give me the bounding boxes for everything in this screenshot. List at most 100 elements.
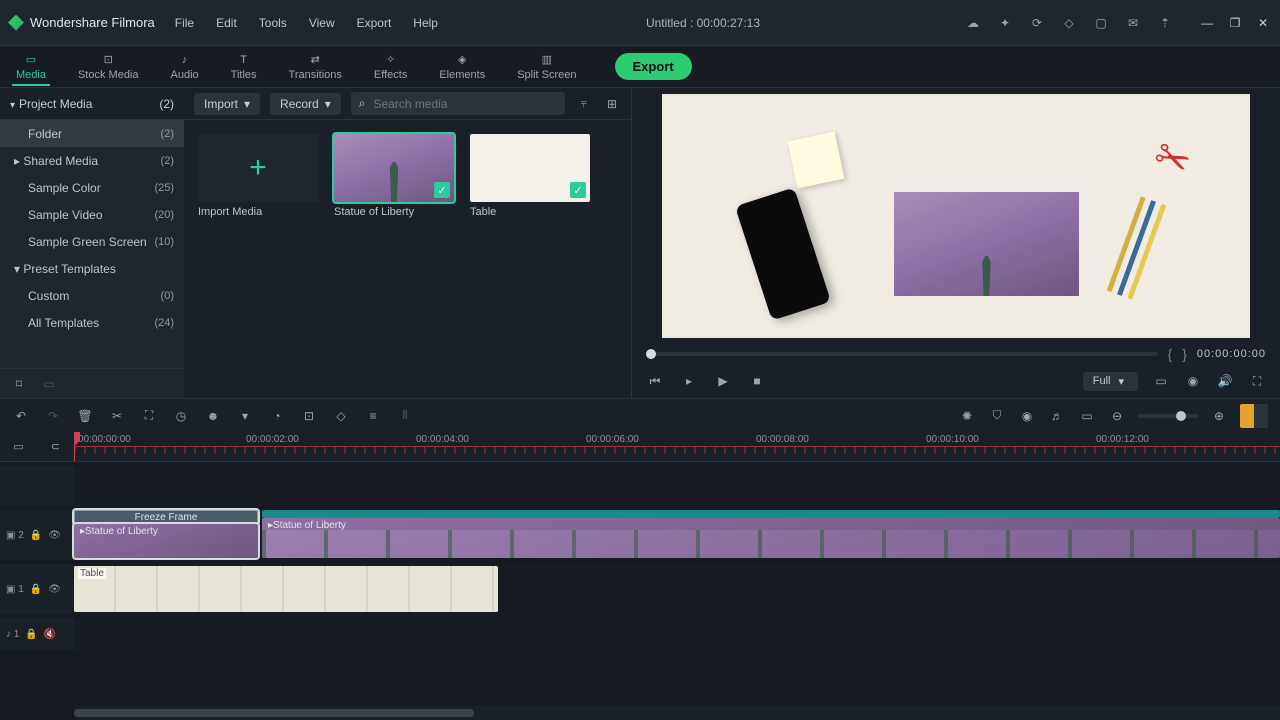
preview-scrubber[interactable]	[646, 352, 1158, 356]
tree-row-shared-media[interactable]: ▸ Shared Media(2)	[0, 147, 184, 174]
timeline-scroll-track[interactable]	[74, 706, 1280, 720]
tab-transitions[interactable]: ⇄ Transitions	[273, 49, 358, 85]
close-button[interactable]: ✕	[1254, 14, 1272, 32]
play-back-button[interactable]: ▸	[680, 372, 698, 390]
play-button[interactable]: ▶	[714, 372, 732, 390]
speed-button[interactable]: ◷	[172, 407, 190, 425]
detach-button[interactable]: ⊡	[300, 407, 318, 425]
clip-statue-2[interactable]: ▸ Statue of Liberty	[262, 518, 1280, 558]
cloud-icon[interactable]: ☁	[964, 14, 982, 32]
delete-button[interactable]: 🗑	[76, 407, 94, 425]
track-v2-header[interactable]: ▣ 2 🔒 👁	[0, 510, 74, 560]
tab-elements[interactable]: ◈ Elements	[423, 49, 501, 85]
redo-button[interactable]: ↷	[44, 407, 62, 425]
track-a1-header[interactable]: ♪ 1 🔒 🔇	[0, 618, 74, 650]
mic-icon[interactable]: ◉	[1018, 407, 1036, 425]
zoom-fit-toggle[interactable]	[1240, 404, 1268, 428]
cc-icon[interactable]: ▭	[1078, 407, 1096, 425]
adjust-button[interactable]: ≡	[364, 407, 382, 425]
preview-viewport[interactable]: ✂	[662, 94, 1250, 338]
search-input[interactable]	[374, 97, 558, 111]
tab-split-screen[interactable]: ▥ Split Screen	[501, 49, 592, 85]
stop-button[interactable]: ■	[748, 372, 766, 390]
menu-help[interactable]: Help	[409, 12, 442, 34]
menu-view[interactable]: View	[305, 12, 339, 34]
mixer-icon[interactable]: ♬	[1048, 407, 1066, 425]
tree-row-green-screen[interactable]: Sample Green Screen(10)	[0, 228, 184, 255]
refresh-icon[interactable]: ⟳	[1028, 14, 1046, 32]
tab-stock-media[interactable]: ⊡ Stock Media	[62, 49, 155, 85]
import-media-card[interactable]: + Import Media	[198, 134, 318, 218]
thumb-table[interactable]: ✓ Table	[470, 134, 590, 218]
record-dropdown[interactable]: Record▾	[270, 93, 341, 115]
minimize-button[interactable]: —	[1198, 14, 1216, 32]
voice-button[interactable]: ☻	[204, 407, 222, 425]
prev-frame-button[interactable]: ⏮	[646, 372, 664, 390]
menu-file[interactable]: File	[171, 12, 198, 34]
playhead[interactable]	[74, 432, 75, 461]
tree-row-all-templates[interactable]: All Templates(24)	[0, 309, 184, 336]
search-media-field[interactable]: ⌕	[351, 92, 565, 115]
grid-view-icon[interactable]: ⊞	[603, 95, 621, 113]
project-media-header[interactable]: ▾Project Media (2)	[0, 88, 184, 120]
tab-media[interactable]: ▭ Media	[0, 49, 62, 85]
preview-quality-dropdown[interactable]: Full▾	[1083, 372, 1138, 391]
track-options-icon[interactable]: ▭	[10, 438, 28, 456]
new-folder-icon[interactable]: ⌑	[10, 375, 28, 393]
tab-effects[interactable]: ✧ Effects	[358, 49, 423, 85]
shield-icon[interactable]: ⛉	[988, 407, 1006, 425]
mark-out-bracket[interactable]: }	[1182, 346, 1187, 362]
account-icon[interactable]: ◇	[1060, 14, 1078, 32]
clip-statue-1[interactable]: ▸ Statue of Liberty	[74, 524, 258, 558]
render-button[interactable]: ✺	[958, 407, 976, 425]
fullscreen-icon[interactable]: ⛶	[1248, 372, 1266, 390]
display-settings-icon[interactable]: ▭	[1152, 372, 1170, 390]
eye-icon[interactable]: 👁	[48, 584, 61, 595]
menu-export[interactable]: Export	[353, 12, 396, 34]
tree-row-folder[interactable]: Folder(2)	[0, 120, 184, 147]
thumb-statue-of-liberty[interactable]: ✓ Statue of Liberty	[334, 134, 454, 218]
tab-audio[interactable]: ♪ Audio	[155, 49, 215, 85]
tab-titles[interactable]: T Titles	[215, 49, 273, 85]
import-dropdown[interactable]: Import▾	[194, 93, 260, 115]
mail-icon[interactable]: ✉	[1124, 14, 1142, 32]
sparkle-icon[interactable]: ✦	[996, 14, 1014, 32]
cut-button[interactable]: ✂	[108, 407, 126, 425]
keyframe-button[interactable]: ▾	[236, 407, 254, 425]
export-button[interactable]: Export	[615, 53, 692, 80]
zoom-in-button[interactable]: ⊕	[1210, 407, 1228, 425]
marker-button[interactable]: ◔	[268, 407, 286, 425]
zoom-out-button[interactable]: ⊖	[1108, 407, 1126, 425]
menu-tools[interactable]: Tools	[255, 12, 291, 34]
clip-audio-strip[interactable]	[262, 510, 1280, 518]
snapshot-icon[interactable]: ◉	[1184, 372, 1202, 390]
timeline-scroll-thumb[interactable]	[74, 709, 474, 717]
undo-button[interactable]: ↶	[12, 407, 30, 425]
audio-vis-button[interactable]: ⦀	[396, 407, 414, 425]
eye-icon[interactable]: 👁	[48, 530, 61, 541]
lock-icon[interactable]: 🔒	[30, 530, 42, 541]
mute-icon[interactable]: 🔇	[44, 629, 56, 640]
crop-button[interactable]: ⛶	[140, 407, 158, 425]
magnet-icon[interactable]: ⊂	[47, 438, 65, 456]
volume-icon[interactable]: 🔊	[1216, 372, 1234, 390]
tree-row-custom[interactable]: Custom(0)	[0, 282, 184, 309]
zoom-slider[interactable]	[1138, 414, 1198, 418]
maximize-button[interactable]: ❐	[1226, 14, 1244, 32]
timeline-ruler[interactable]: 00:00:00:00 00:00:02:00 00:00:04:00 00:0…	[74, 432, 1280, 461]
clip-table[interactable]: Table	[74, 566, 498, 612]
tree-row-sample-video[interactable]: Sample Video(20)	[0, 201, 184, 228]
lock-icon[interactable]: 🔒	[30, 584, 42, 595]
tree-row-sample-color[interactable]: Sample Color(25)	[0, 174, 184, 201]
mark-in-bracket[interactable]: {	[1168, 346, 1173, 362]
filter-icon[interactable]: ⫧	[575, 95, 593, 113]
track-v1-header[interactable]: ▣ 1 🔒 👁	[0, 564, 74, 614]
clip-freeze-frame[interactable]: Freeze Frame	[74, 510, 258, 524]
tree-row-preset-templates[interactable]: ▾ Preset Templates	[0, 255, 184, 282]
diamond-button[interactable]: ◇	[332, 407, 350, 425]
upload-icon[interactable]: ⇡	[1156, 14, 1174, 32]
lock-icon[interactable]: 🔒	[25, 629, 37, 640]
menu-edit[interactable]: Edit	[212, 12, 241, 34]
save-icon[interactable]: ▢	[1092, 14, 1110, 32]
folder-icon[interactable]: ▭	[40, 375, 58, 393]
